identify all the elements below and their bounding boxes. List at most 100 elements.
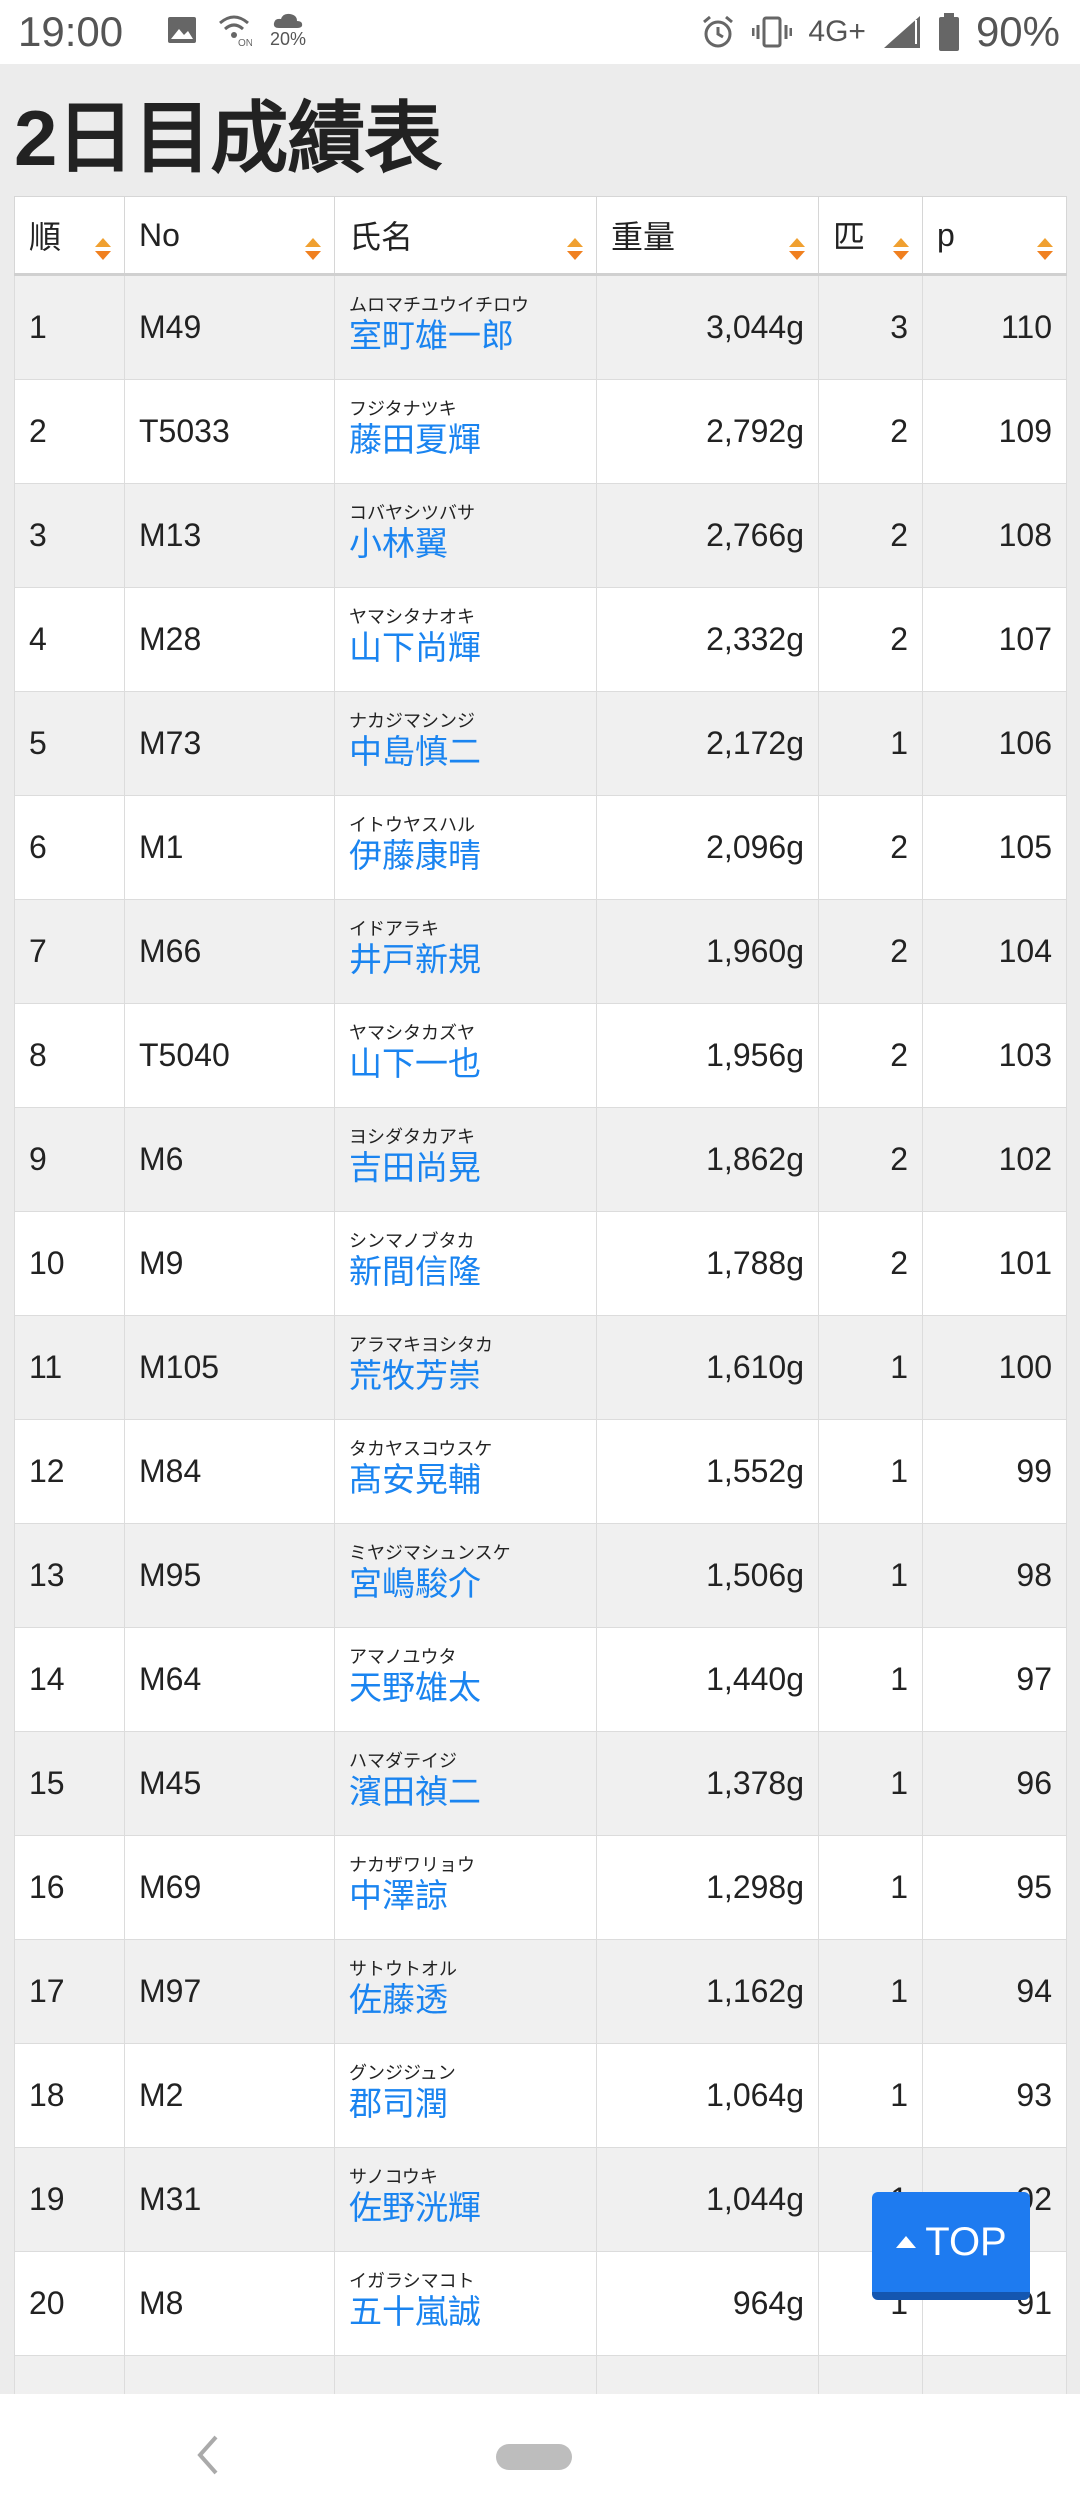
header-count[interactable]: 匹 (818, 196, 923, 276)
cell-no: M28 (124, 587, 335, 692)
cell-name: タカヤスコウスケ 髙安晃輔 (334, 1419, 597, 1524)
cell-name: イガラシマコト 五十嵐誠 (334, 2251, 597, 2356)
cell-rank: 16 (14, 1835, 125, 1940)
participant-name-link[interactable]: 荒牧芳崇 (349, 1355, 582, 1397)
cell-no: M64 (124, 1627, 335, 1732)
name-kana: ミヤジマシュンスケ (349, 1542, 511, 1563)
cell-name: コバヤシツバサ 小林翼 (334, 483, 597, 588)
table-row: 11 M105 アラマキヨシタカ 荒牧芳崇 1,610g 1 100 (14, 1315, 1067, 1420)
cell-count: 2 (818, 1003, 923, 1108)
participant-name-link[interactable]: 佐藤透 (349, 1979, 582, 2021)
cell-weight: 1,044g (596, 2147, 819, 2252)
cell-count: 2 (818, 899, 923, 1004)
status-bar: 19:00 ON 20% 4G+ 90% (0, 0, 1080, 64)
participant-name-link[interactable]: 中澤諒 (349, 1875, 582, 1917)
data-saver-percent: 20% (270, 29, 307, 49)
cell-rank: 9 (14, 1107, 125, 1212)
status-time: 19:00 (18, 8, 124, 55)
participant-name-link[interactable]: 髙安晃輔 (349, 1459, 582, 1501)
vibrate-icon (752, 16, 793, 48)
participant-name-link[interactable]: 山下尚輝 (349, 627, 582, 669)
participant-name-link[interactable]: 濱田禎二 (349, 1771, 582, 1813)
cell-rank: 10 (14, 1211, 125, 1316)
participant-name-link[interactable]: 山下一也 (349, 1043, 582, 1085)
participant-name-link[interactable]: 佐野洸輝 (349, 2187, 582, 2229)
table-row: 12 M84 タカヤスコウスケ 髙安晃輔 1,552g 1 99 (14, 1419, 1067, 1524)
home-pill[interactable] (496, 2444, 572, 2470)
participant-name-link[interactable]: 藤田夏輝 (349, 419, 582, 461)
cell-weight: 3,044g (596, 274, 819, 380)
table-row: 6 M1 イトウヤスハル 伊藤康晴 2,096g 2 105 (14, 795, 1067, 900)
participant-name-link[interactable]: 小林翼 (349, 523, 582, 565)
cell-points: 101 (922, 1211, 1067, 1316)
status-right-icons: 4G+ 90% (700, 8, 1060, 56)
table-row: 10 M9 シンマノブタカ 新間信隆 1,788g 2 101 (14, 1211, 1067, 1316)
table-header-row: 順 No 氏名 重量 匹 p (14, 196, 1067, 276)
sort-arrows-icon[interactable] (94, 237, 112, 261)
header-name[interactable]: 氏名 (334, 196, 597, 276)
participant-name-link[interactable]: 新間信隆 (349, 1251, 582, 1293)
cell-points: 108 (922, 483, 1067, 588)
cell-no: M97 (124, 1939, 335, 2044)
cell-weight: 2,172g (596, 691, 819, 796)
cell-no: M66 (124, 899, 335, 1004)
cell-weight: 2,096g (596, 795, 819, 900)
cell-rank: 20 (14, 2251, 125, 2356)
cell-points: 103 (922, 1003, 1067, 1108)
name-kana: ヨシダタカアキ (349, 1126, 475, 1147)
participant-name-link[interactable]: 天野雄太 (349, 1667, 582, 1709)
cell-name: ヤマシタナオキ 山下尚輝 (334, 587, 597, 692)
header-no[interactable]: No (124, 196, 335, 276)
participant-name-link[interactable]: 伊藤康晴 (349, 835, 582, 877)
page-title: 2日目成績表 (14, 94, 442, 182)
participant-name-link[interactable]: 吉田尚晃 (349, 1147, 582, 1189)
participant-name-link[interactable]: 宮嶋駿介 (349, 1563, 582, 1605)
cell-weight: 1,956g (596, 1003, 819, 1108)
wifi-calling-icon: ON (219, 15, 252, 47)
table-body: 1 M49 ムロマチユウイチロウ 室町雄一郎 3,044g 3 110 2 T5033 フジタナツ… (14, 274, 1067, 2460)
header-rank[interactable]: 順 (14, 196, 125, 276)
sort-arrows-icon[interactable] (788, 237, 806, 261)
cell-weight: 1,378g (596, 1731, 819, 1836)
cell-weight: 1,960g (596, 899, 819, 1004)
cell-no: M2 (124, 2043, 335, 2148)
cell-count: 2 (818, 483, 923, 588)
cell-no: M6 (124, 1107, 335, 1212)
header-label: 重量 (611, 219, 676, 255)
cell-no: M45 (124, 1731, 335, 1836)
participant-name-link[interactable]: 井戸新規 (349, 939, 582, 981)
scroll-top-button[interactable]: TOP (872, 2192, 1030, 2300)
header-weight[interactable]: 重量 (596, 196, 819, 276)
cell-weight: 1,440g (596, 1627, 819, 1732)
cell-name: フジタナツキ 藤田夏輝 (334, 379, 597, 484)
cell-points: 96 (922, 1731, 1067, 1836)
participant-name-link[interactable]: 室町雄一郎 (349, 315, 582, 357)
sort-arrows-icon[interactable] (1036, 237, 1054, 261)
cell-no: M69 (124, 1835, 335, 1940)
table-row: 14 M64 アマノユウタ 天野雄太 1,440g 1 97 (14, 1627, 1067, 1732)
name-kana: グンジジュン (349, 2062, 456, 2083)
network-type: 4G+ (808, 15, 866, 48)
table-row: 4 M28 ヤマシタナオキ 山下尚輝 2,332g 2 107 (14, 587, 1067, 692)
participant-name-link[interactable]: 中島慎二 (349, 731, 582, 773)
cell-rank: 17 (14, 1939, 125, 2044)
scroll-top-label: TOP (925, 2219, 1007, 2264)
cell-weight: 1,552g (596, 1419, 819, 1524)
cloud-icon (273, 13, 303, 28)
cell-points: 102 (922, 1107, 1067, 1212)
cell-count: 1 (818, 1419, 923, 1524)
participant-name-link[interactable]: 郡司潤 (349, 2083, 582, 2125)
participant-name-link[interactable]: 五十嵐誠 (349, 2291, 582, 2333)
sort-arrows-icon[interactable] (892, 237, 910, 261)
sort-arrows-icon[interactable] (566, 237, 584, 261)
header-points[interactable]: p (922, 196, 1067, 276)
back-icon[interactable] (196, 2434, 220, 2476)
cell-weight: 2,792g (596, 379, 819, 484)
name-kana: フジタナツキ (349, 398, 457, 419)
sort-arrows-icon[interactable] (304, 237, 322, 261)
cell-points: 93 (922, 2043, 1067, 2148)
cell-points: 106 (922, 691, 1067, 796)
cell-rank: 7 (14, 899, 125, 1004)
cell-name: シンマノブタカ 新間信隆 (334, 1211, 597, 1316)
cell-points: 98 (922, 1523, 1067, 1628)
